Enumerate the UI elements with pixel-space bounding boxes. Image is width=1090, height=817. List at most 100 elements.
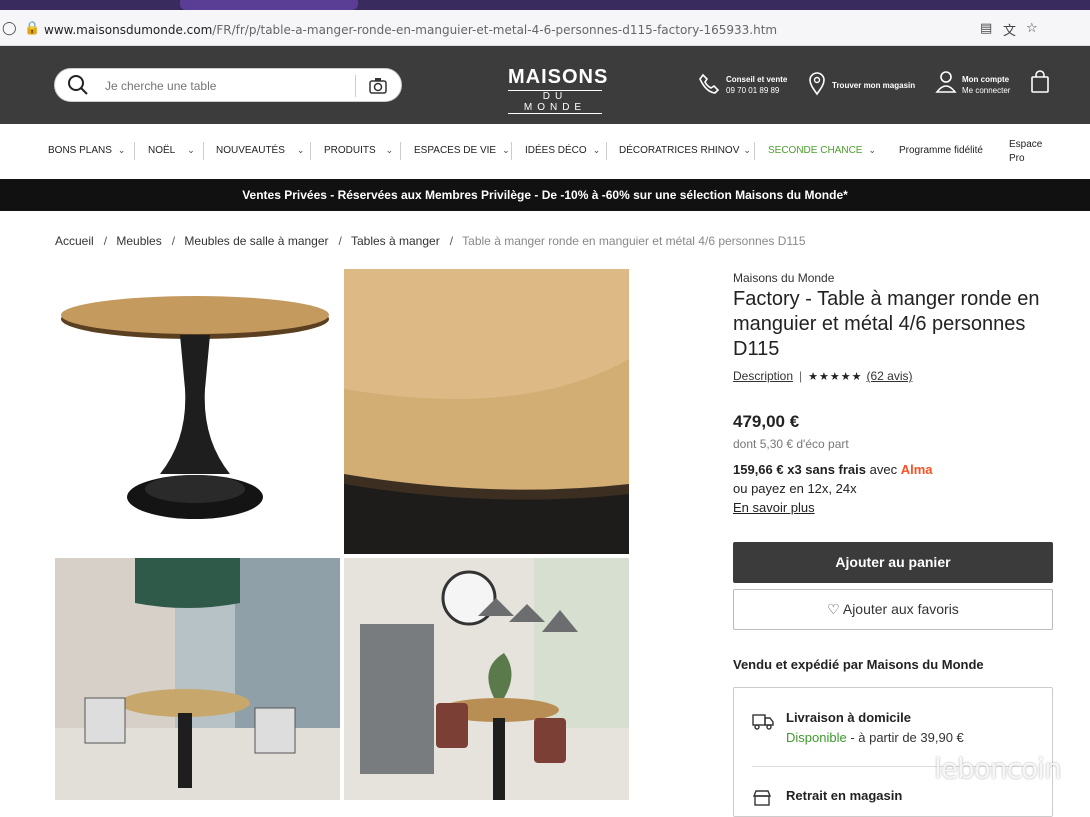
- url-path: /FR/fr/p/table-a-manger-ronde-en-manguie…: [212, 23, 778, 37]
- product-meta: Description | ★★★★★ (62 avis): [733, 369, 912, 383]
- alma-amount: 159,66 € x3 sans frais: [733, 462, 866, 477]
- nav-label: BONS PLANS: [48, 145, 112, 156]
- chevron-down-icon: ⌄: [502, 145, 510, 155]
- map-pin-icon: [809, 72, 825, 96]
- contact-title: Conseil et vente: [726, 75, 788, 84]
- product-image-ambience-2[interactable]: [344, 558, 629, 800]
- maisons-du-monde-logo[interactable]: MAISONS DU MONDE: [508, 66, 607, 114]
- breadcrumb-link[interactable]: Accueil: [55, 234, 94, 248]
- alma-payment-info: 159,66 € x3 sans frais avec Alma ou paye…: [733, 460, 933, 517]
- description-link[interactable]: Description: [733, 369, 793, 383]
- main-nav: BONS PLANS ⌄ NOËL ⌄ NOUVEAUTÉS ⌄ PRODUITS ⌄ …: [0, 124, 1090, 179]
- url-domain: www.maisonsdumonde.com: [44, 23, 213, 37]
- shopping-bag-icon[interactable]: [1030, 70, 1050, 94]
- breadcrumb-separator: /: [449, 234, 454, 248]
- user-account-icon: [935, 71, 957, 93]
- alma-other-options: ou payez en 12x, 24x: [733, 481, 857, 496]
- nav-idees-deco[interactable]: IDÉES DÉCO ⌄: [525, 145, 600, 156]
- availability-status: Disponible: [786, 730, 847, 745]
- nav-decoratrices-rhinov[interactable]: DÉCORATRICES RHINOV ⌄: [619, 145, 751, 156]
- store-locator-link[interactable]: Trouver mon magasin: [832, 80, 915, 91]
- chevron-down-icon: ⌄: [296, 145, 305, 155]
- product-image-main[interactable]: [55, 269, 340, 554]
- nav-label: DÉCORATRICES RHINOV: [619, 145, 740, 156]
- logo-line2: DU MONDE: [508, 90, 602, 114]
- product-title: Factory - Table à manger ronde en mangui…: [733, 288, 1040, 360]
- breadcrumb-separator: /: [171, 234, 176, 248]
- translate-icon[interactable]: 文: [1003, 20, 1016, 39]
- chevron-down-icon: ⌄: [385, 145, 394, 155]
- nav-nouveautes[interactable]: NOUVEAUTÉS ⌄: [216, 145, 304, 156]
- leboncoin-watermark: leboncoin: [934, 752, 1062, 785]
- nav-label: NOËL: [148, 145, 176, 156]
- store-pickup-title: Retrait en magasin: [786, 788, 903, 803]
- contact-phone: 09 70 01 89 89: [726, 86, 780, 95]
- nav-espaces-de-vie[interactable]: ESPACES DE VIE ⌄: [414, 145, 510, 156]
- product-brand[interactable]: Maisons du Monde: [733, 271, 834, 285]
- add-to-favorites-button[interactable]: ♡ Ajouter aux favoris: [733, 589, 1053, 630]
- alma-logo: Alma: [900, 462, 933, 477]
- nav-bons-plans[interactable]: BONS PLANS ⌄: [48, 145, 125, 156]
- promo-banner[interactable]: Ventes Privées - Réservées aux Membres P…: [0, 179, 1090, 211]
- breadcrumb-separator: /: [338, 234, 342, 248]
- meta-separator: |: [799, 369, 803, 383]
- nav-label: Espace: [1009, 139, 1043, 150]
- product-image-ambience-1[interactable]: [55, 558, 340, 800]
- address-bar[interactable]: ◯ 🔒 www.maisonsdumonde.com/FR/fr/p/table…: [0, 10, 1090, 46]
- visual-search-camera-icon[interactable]: [366, 74, 390, 98]
- lock-icon[interactable]: 🔒: [24, 20, 40, 36]
- breadcrumb-current: Table à manger ronde en manguier et méta…: [462, 234, 806, 248]
- breadcrumb-link[interactable]: Meubles de salle à manger: [184, 234, 328, 248]
- browser-tab-strip: [0, 0, 1090, 10]
- url-text[interactable]: www.maisonsdumonde.com/FR/fr/p/table-a-m…: [44, 23, 777, 37]
- nav-label: Pro: [1009, 153, 1025, 164]
- delivery-price: - à partir de 39,90 €: [846, 730, 964, 745]
- rating-stars-icon[interactable]: ★★★★★: [808, 371, 862, 383]
- heart-icon: ♡: [827, 601, 840, 617]
- search-bar[interactable]: [54, 68, 402, 102]
- nav-programme-fidelite[interactable]: Programme fidélité: [899, 145, 983, 156]
- nav-noel[interactable]: NOËL ⌄: [148, 145, 195, 156]
- alma-more-link[interactable]: En savoir plus: [733, 500, 815, 515]
- add-to-cart-button[interactable]: Ajouter au panier: [733, 542, 1053, 583]
- nav-divider: [606, 142, 607, 160]
- account-login: Me connecter: [962, 86, 1011, 95]
- breadcrumb: Accueil / Meubles / Meubles de salle à man…: [55, 234, 810, 248]
- add-to-favorites-label: Ajouter aux favoris: [842, 601, 959, 617]
- chevron-down-icon: ⌄: [743, 145, 751, 155]
- product-image-detail[interactable]: [344, 269, 629, 554]
- reviews-link[interactable]: (62 avis): [866, 369, 912, 383]
- account-title: Mon compte: [962, 75, 1010, 84]
- nav-divider: [203, 142, 204, 160]
- nav-label: ESPACES DE VIE: [414, 145, 497, 156]
- nav-label: SECONDE CHANCE: [768, 145, 863, 156]
- bookmark-star-icon[interactable]: ☆: [1026, 20, 1038, 36]
- chevron-down-icon: ⌄: [592, 145, 601, 155]
- chevron-down-icon: ⌄: [187, 145, 195, 155]
- active-tab[interactable]: [180, 0, 358, 10]
- promo-text: Ventes Privées - Réservées aux Membres P…: [242, 188, 848, 202]
- home-delivery-status: Disponible - à partir de 39,90 €: [786, 730, 964, 745]
- nav-label: Programme fidélité: [899, 145, 983, 156]
- chevron-down-icon: ⌄: [117, 145, 126, 155]
- search-input[interactable]: [105, 76, 345, 96]
- truck-icon: [752, 714, 774, 730]
- site-header: MAISONS DU MONDE Conseil et vente 09 70 0…: [0, 46, 1090, 124]
- reader-view-icon[interactable]: ▤: [980, 20, 992, 36]
- nav-seconde-chance[interactable]: SECONDE CHANCE ⌄: [768, 145, 876, 156]
- search-icon[interactable]: [67, 74, 89, 96]
- nav-produits[interactable]: PRODUITS ⌄: [324, 145, 393, 156]
- alma-with: avec: [869, 462, 898, 477]
- contact-block[interactable]: Conseil et vente 09 70 01 89 89: [726, 74, 787, 96]
- nav-divider: [310, 142, 311, 160]
- nav-label: IDÉES DÉCO: [525, 145, 587, 156]
- breadcrumb-link[interactable]: Meubles: [116, 234, 161, 248]
- nav-label: NOUVEAUTÉS: [216, 145, 285, 156]
- nav-divider: [511, 142, 512, 160]
- breadcrumb-link[interactable]: Tables à manger: [351, 234, 440, 248]
- tracking-protection-icon[interactable]: ◯: [2, 20, 17, 36]
- phone-icon: [699, 73, 720, 94]
- nav-espace-pro[interactable]: Espace Pro: [1009, 138, 1042, 166]
- nav-divider: [134, 142, 135, 160]
- account-block[interactable]: Mon compte Me connecter: [962, 74, 1010, 96]
